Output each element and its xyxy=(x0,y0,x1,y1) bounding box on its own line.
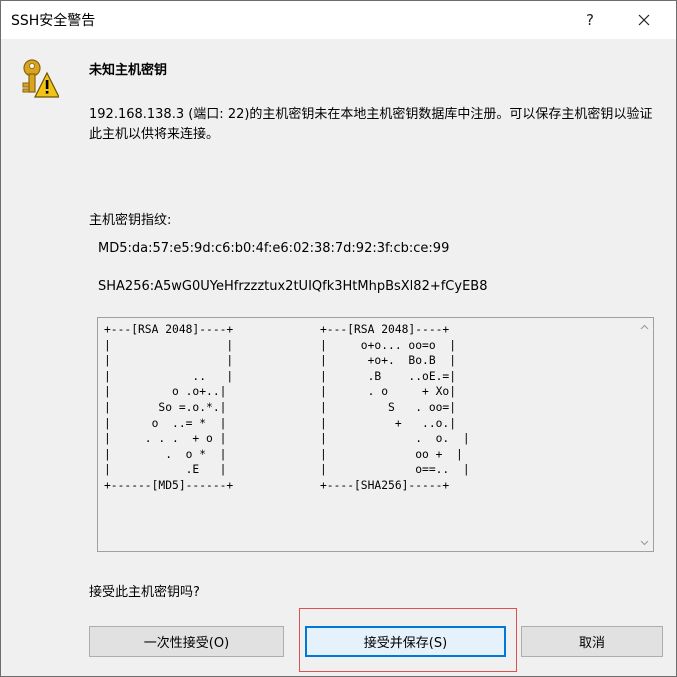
window-title: SSH安全警告 xyxy=(11,13,96,29)
cancel-label: 取消 xyxy=(578,636,605,651)
accept-and-save-label: 接受并保存(S) xyxy=(363,636,448,651)
cancel-button[interactable]: 取消 xyxy=(521,626,663,657)
chevron-up-icon xyxy=(640,324,649,329)
help-label: ? xyxy=(586,11,594,29)
md5-randomart: +---[RSA 2048]----+ | | | | | .. | | o .… xyxy=(104,323,234,492)
fingerprint-label: 主机密钥指纹: xyxy=(89,213,172,228)
warning-message: 192.168.138.3 (端口: 22)的主机密钥未在本地主机密钥数据库中注… xyxy=(89,107,653,142)
accept-once-button[interactable]: 一次性接受(O) xyxy=(89,626,284,657)
help-button[interactable]: ? xyxy=(567,1,613,39)
key-warning-icon xyxy=(22,59,59,98)
accept-once-label: 一次性接受(O) xyxy=(143,636,230,651)
sha256-randomart: +---[RSA 2048]----+ | o+o... oo=o | | +o… xyxy=(320,323,470,492)
md5-fingerprint: MD5:da:57:e5:9d:c6:b0:4f:e6:02:38:7d:92:… xyxy=(98,241,450,256)
chevron-down-icon xyxy=(640,540,649,545)
scroll-down-button[interactable] xyxy=(636,534,653,551)
accept-and-save-button[interactable]: 接受并保存(S) xyxy=(305,626,506,657)
dialog-heading: 未知主机密钥 xyxy=(89,63,168,78)
accept-question: 接受此主机密钥吗? xyxy=(89,585,200,600)
sha256-fingerprint: SHA256:A5wG0UYeHfrzzztux2tUIQfk3HtMhpBsX… xyxy=(98,279,488,294)
vertical-scrollbar[interactable] xyxy=(636,318,653,551)
ssh-security-warning-dialog: SSH安全警告 ? 未知主机密钥 192.168.138.3 (端口: 22)的… xyxy=(0,0,677,677)
scroll-up-button[interactable] xyxy=(636,318,653,335)
title-bar: SSH安全警告 ? xyxy=(1,1,676,39)
randomart-textbox[interactable]: +---[RSA 2048]----+ | | | | | .. | | o .… xyxy=(97,317,654,552)
close-button[interactable] xyxy=(621,1,667,39)
close-icon xyxy=(638,14,650,26)
